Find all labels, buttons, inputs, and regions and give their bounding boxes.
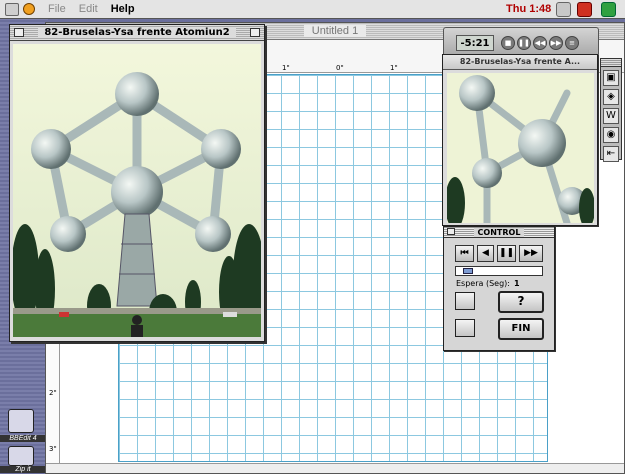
rewind-icon[interactable]: ◀◀ <box>533 36 547 50</box>
pause-icon[interactable]: ❚❚ <box>517 36 531 50</box>
tool-palette[interactable]: ▣ ◈ W ◉ ⇤ <box>600 58 622 162</box>
slider-thumb[interactable] <box>463 268 473 274</box>
application-switcher-icon[interactable] <box>577 2 592 17</box>
fin-button[interactable]: FIN <box>498 318 544 340</box>
ruler-label: 0" <box>336 64 344 72</box>
photo-window-title: 82-Bruselas-Ysa frente Atomiun2 <box>38 27 236 38</box>
delay-value: 1 <box>513 279 520 288</box>
document-title: Untitled 1 <box>303 25 367 37</box>
ruler-label: 2" <box>49 389 57 397</box>
menu-help[interactable]: Help <box>111 3 135 15</box>
next-slide-button[interactable]: ▶▶ <box>519 245 543 262</box>
ruler-label: 3" <box>49 445 57 453</box>
globe-tool-icon[interactable]: ◉ <box>603 127 619 143</box>
menu-edit[interactable]: Edit <box>79 3 98 15</box>
close-box-icon[interactable] <box>447 228 455 235</box>
application-icon[interactable] <box>23 3 35 15</box>
atomium-photo <box>13 44 261 337</box>
shapes-tool-icon[interactable]: ◈ <box>603 89 619 105</box>
menubar: File Edit Help Thu 1:48 <box>0 0 625 19</box>
pause-button[interactable]: ❚❚ <box>497 245 516 262</box>
document-status-bar <box>46 463 624 473</box>
control-panel[interactable]: CONTROL ⏮ ◀ ❚❚ ▶▶ Espera (Seg): 1 ? FIN <box>443 226 555 351</box>
menu-file[interactable]: File <box>48 3 66 15</box>
ruler-label: 1" <box>390 64 398 72</box>
menu-icon[interactable]: ≡ <box>565 36 579 50</box>
delay-label: Espera (Seg): <box>456 279 510 288</box>
zip-icon[interactable] <box>8 446 34 466</box>
bbedit-icon[interactable] <box>8 409 34 433</box>
menubar-clock[interactable]: Thu 1:48 <box>506 3 551 15</box>
app-menu-icon[interactable] <box>601 2 616 17</box>
apple-menu-icon[interactable] <box>5 2 19 16</box>
exit-tool-icon[interactable]: ⇤ <box>603 146 619 162</box>
control-strip-icon[interactable] <box>556 2 571 17</box>
control-title: CONTROL <box>473 228 525 237</box>
zoom-box-icon[interactable] <box>250 28 260 37</box>
previous-slide-button[interactable]: ◀ <box>477 245 494 262</box>
zip-label: Zip it <box>0 466 46 473</box>
control-titlebar[interactable]: CONTROL <box>444 227 554 238</box>
preview-window[interactable]: 82-Bruselas-Ysa frente A... <box>442 54 598 226</box>
preview-photo <box>447 73 594 223</box>
stop-icon[interactable]: ■ <box>501 36 515 50</box>
close-box-icon[interactable] <box>14 28 24 37</box>
delay-slider[interactable] <box>455 266 543 276</box>
text-tool-icon[interactable]: W <box>603 108 619 124</box>
help-button[interactable]: ? <box>498 291 544 313</box>
photo-titlebar[interactable]: 82-Bruselas-Ysa frente Atomiun2 <box>10 25 264 41</box>
image-tool-icon[interactable]: ▣ <box>603 70 619 86</box>
photo-window[interactable]: 82-Bruselas-Ysa frente Atomiun2 <box>9 24 265 342</box>
preview-window-title[interactable]: 82-Bruselas-Ysa frente A... <box>443 55 597 70</box>
cube-icon[interactable] <box>455 292 475 310</box>
ruler-label: 1" <box>282 64 290 72</box>
movie-controller[interactable]: -5:21 ■ ❚❚ ◀◀ ▶▶ ≡ <box>443 27 599 57</box>
delay-readout: Espera (Seg): 1 <box>456 279 520 288</box>
first-slide-button[interactable]: ⏮ <box>455 245 474 262</box>
window-popup-icon[interactable] <box>455 319 475 337</box>
bbedit-label: BBEdit 4 <box>0 435 46 442</box>
time-display: -5:21 <box>456 35 494 51</box>
palette-titlebar[interactable] <box>601 59 621 67</box>
forward-icon[interactable]: ▶▶ <box>549 36 563 50</box>
